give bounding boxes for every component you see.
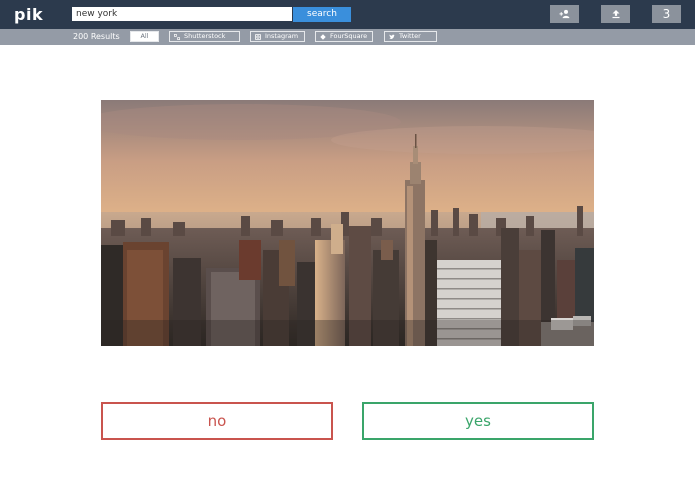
add-user-button[interactable]: [550, 5, 579, 23]
filter-instagram[interactable]: Instagram: [250, 31, 305, 42]
add-user-icon: [559, 9, 569, 19]
filter-label: FourSquare: [330, 32, 368, 40]
twitter-icon: [389, 34, 395, 40]
top-bar: pik search 3: [0, 0, 695, 29]
filter-twitter[interactable]: Twitter: [384, 31, 437, 42]
no-button[interactable]: no: [101, 402, 333, 440]
filter-label: Instagram: [265, 32, 299, 40]
upload-icon: [612, 10, 619, 19]
yes-button[interactable]: yes: [362, 402, 594, 440]
filter-foursquare[interactable]: FourSquare: [315, 31, 373, 42]
upload-button[interactable]: [601, 5, 630, 23]
notification-count-button[interactable]: 3: [652, 5, 681, 23]
city-skyline-image: [101, 100, 594, 346]
results-count: 200 Results: [73, 32, 120, 41]
instagram-icon: [255, 34, 261, 40]
filter-label: Twitter: [399, 32, 421, 40]
filter-label: Shutterstock: [184, 32, 226, 40]
search-button[interactable]: search: [293, 7, 351, 22]
filter-all[interactable]: All: [130, 31, 159, 42]
foursquare-icon: [320, 34, 326, 40]
filter-label: All: [140, 32, 149, 40]
candidate-photo: [101, 100, 594, 346]
filter-shutterstock[interactable]: Shutterstock: [169, 31, 240, 42]
shutterstock-icon: [174, 34, 180, 40]
search-input[interactable]: [72, 7, 292, 21]
app-logo[interactable]: pik: [14, 5, 43, 24]
